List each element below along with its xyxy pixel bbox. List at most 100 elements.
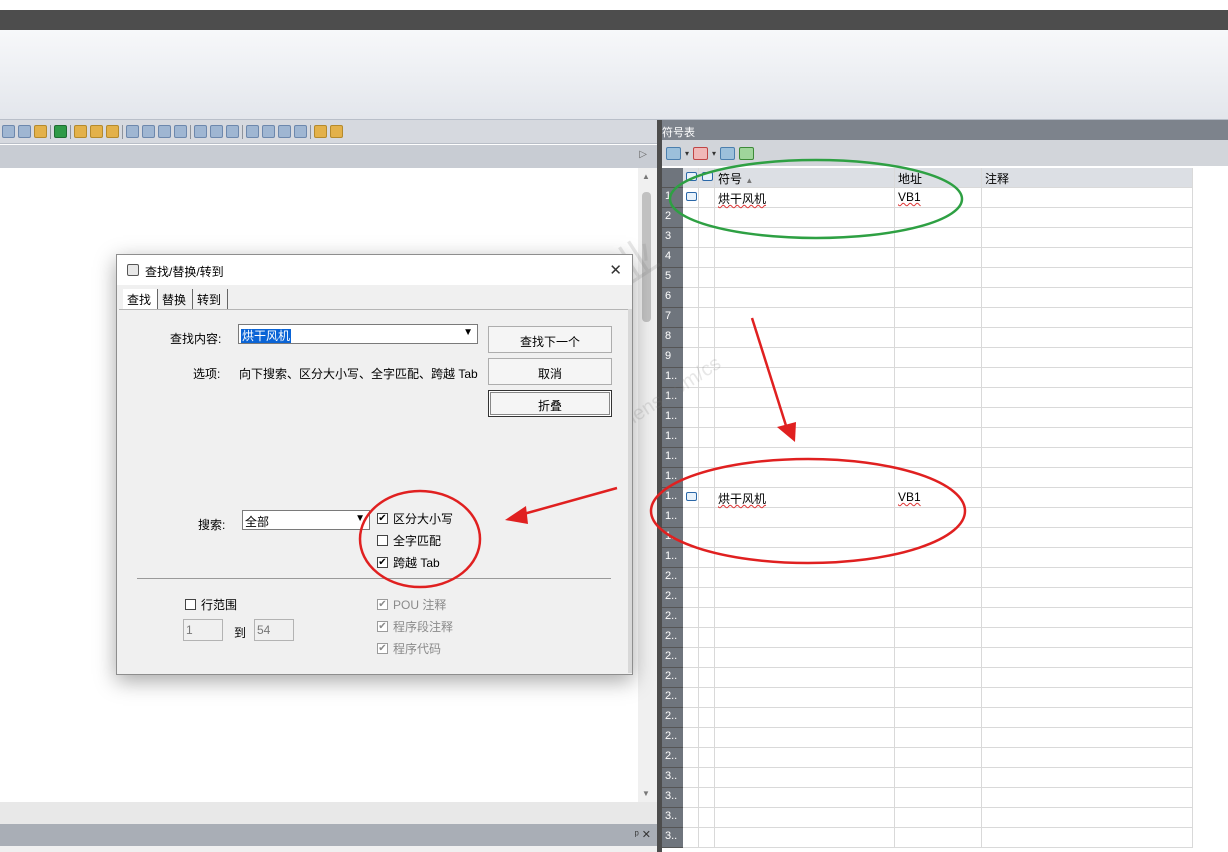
icon-cell[interactable] (699, 228, 715, 248)
comment-cell[interactable] (982, 408, 1193, 428)
comment-cell[interactable] (982, 708, 1193, 728)
address-cell[interactable]: VB1 (895, 188, 982, 208)
range-to-input[interactable]: 54 (254, 619, 294, 641)
icon-cell[interactable] (699, 648, 715, 668)
status-cell[interactable] (683, 248, 699, 268)
status-cell[interactable] (683, 288, 699, 308)
match-case-checkbox[interactable]: ✔ 区分大小写 (377, 510, 453, 527)
table-row[interactable]: 1.. (662, 368, 1193, 388)
symbol-cell[interactable] (715, 688, 895, 708)
icon-cell[interactable] (699, 788, 715, 808)
checkbox-box[interactable]: ✔ (377, 557, 388, 568)
icon-cell[interactable] (699, 708, 715, 728)
symbol-cell[interactable] (715, 728, 895, 748)
row-number[interactable]: 2.. (662, 648, 683, 668)
comment-cell[interactable] (982, 468, 1193, 488)
symbol-table-grid[interactable]: 符号 ▲ 地址 注释 1 烘干风机 VB1 2 3 4 5 6 7 8 9 1.. 1.. 1.. 1.. 1… (662, 168, 1193, 852)
symbol-cell[interactable] (715, 268, 895, 288)
table-row[interactable]: 2.. (662, 628, 1193, 648)
comment-cell[interactable] (982, 828, 1193, 848)
symbol-cell[interactable] (715, 388, 895, 408)
table-row[interactable]: 1.. (662, 508, 1193, 528)
comment-cell[interactable] (982, 528, 1193, 548)
symbol-cell[interactable] (715, 328, 895, 348)
icon-cell[interactable] (699, 588, 715, 608)
address-cell[interactable] (895, 708, 982, 728)
icon-cell[interactable] (699, 468, 715, 488)
icon-cell[interactable] (699, 628, 715, 648)
bookmark-clear-icon[interactable] (106, 125, 119, 138)
comment-cell[interactable] (982, 588, 1193, 608)
table-row[interactable]: 3.. (662, 768, 1193, 788)
comment-cell[interactable] (982, 188, 1193, 208)
branch-up-icon[interactable] (142, 125, 155, 138)
table-row[interactable]: 2.. (662, 608, 1193, 628)
symbol-cell[interactable] (715, 228, 895, 248)
create-symbols-icon[interactable] (739, 146, 755, 160)
expand-arrow-icon[interactable]: ▷ (639, 149, 647, 160)
row-number[interactable]: 2.. (662, 608, 683, 628)
insert-network-icon[interactable] (2, 125, 15, 138)
delete-network-icon[interactable] (18, 125, 31, 138)
row-number[interactable]: 2 (662, 208, 683, 228)
label-icon[interactable] (246, 125, 259, 138)
row-number[interactable]: 3.. (662, 808, 683, 828)
icon-cell[interactable] (699, 208, 715, 228)
symbol-cell[interactable] (715, 588, 895, 608)
download-icon[interactable] (54, 125, 67, 138)
icon-cell[interactable] (699, 688, 715, 708)
symbol-cell[interactable] (715, 788, 895, 808)
address-cell[interactable] (895, 688, 982, 708)
status-cell[interactable] (683, 628, 699, 648)
comment-cell[interactable] (982, 688, 1193, 708)
whole-word-checkbox[interactable]: 全字匹配 (377, 532, 441, 549)
comment-icon[interactable] (294, 125, 307, 138)
row-number[interactable]: 4 (662, 248, 683, 268)
scroll-up-icon[interactable]: ▲ (642, 172, 650, 181)
tab-replace[interactable]: 替换 (158, 289, 194, 309)
comment-cell[interactable] (982, 228, 1193, 248)
table-row[interactable]: 4 (662, 248, 1193, 268)
status-cell[interactable] (683, 408, 699, 428)
line-right-icon[interactable] (174, 125, 187, 138)
table-row[interactable]: 5 (662, 268, 1193, 288)
address-cell[interactable] (895, 348, 982, 368)
table-row[interactable]: 3 (662, 228, 1193, 248)
symbol-cell[interactable]: 烘干风机 (715, 488, 895, 508)
table-row[interactable]: 2 (662, 208, 1193, 228)
address-cell[interactable] (895, 668, 982, 688)
row-number[interactable]: 6 (662, 288, 683, 308)
symbol-cell[interactable] (715, 748, 895, 768)
comment-cell[interactable] (982, 328, 1193, 348)
table-row[interactable]: 2.. (662, 748, 1193, 768)
symbol-cell[interactable] (715, 468, 895, 488)
row-number[interactable]: 2.. (662, 588, 683, 608)
address-cell[interactable] (895, 408, 982, 428)
comment-cell[interactable] (982, 268, 1193, 288)
checkbox-box[interactable] (185, 599, 196, 610)
comment-cell[interactable] (982, 728, 1193, 748)
status-cell[interactable] (683, 488, 699, 508)
delete-row-icon[interactable] (693, 146, 709, 160)
column-address[interactable]: 地址 (895, 168, 982, 188)
comment-cell[interactable] (982, 428, 1193, 448)
row-number[interactable]: 1.. (662, 508, 683, 528)
symbol-cell[interactable] (715, 668, 895, 688)
column-comment[interactable]: 注释 (982, 168, 1193, 188)
icon-cell[interactable] (699, 508, 715, 528)
status-cell[interactable] (683, 228, 699, 248)
row-number[interactable]: 2.. (662, 688, 683, 708)
table-row[interactable]: 1.. (662, 528, 1193, 548)
symbol-cell[interactable] (715, 508, 895, 528)
address-cell[interactable] (895, 548, 982, 568)
status-cell[interactable] (683, 308, 699, 328)
row-number[interactable]: 8 (662, 328, 683, 348)
icon-cell[interactable] (699, 828, 715, 848)
symbol-cell[interactable] (715, 528, 895, 548)
row-number[interactable]: 3.. (662, 828, 683, 848)
comment-cell[interactable] (982, 208, 1193, 228)
table-row[interactable]: 1.. (662, 448, 1193, 468)
status-cell[interactable] (683, 268, 699, 288)
table-row[interactable]: 2.. (662, 668, 1193, 688)
chevron-down-icon[interactable]: ▾ (712, 149, 716, 158)
